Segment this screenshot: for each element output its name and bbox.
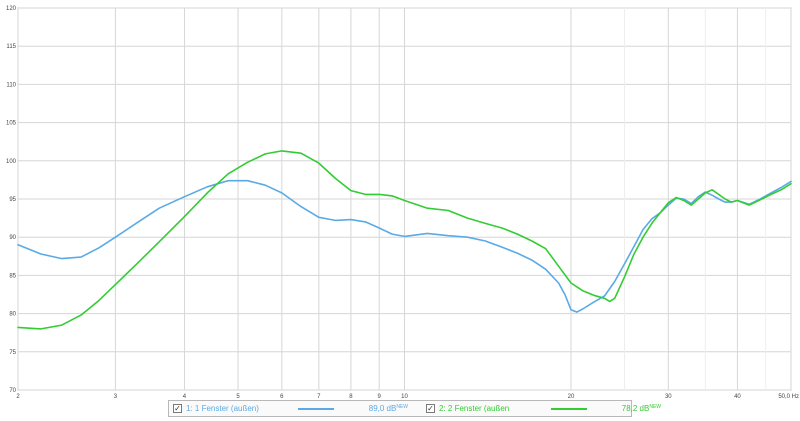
y-tick-label: 100 bbox=[6, 159, 17, 165]
legend-swatch-1 bbox=[298, 407, 334, 410]
legend-label-1: 1: 1 Fenster (außen) bbox=[186, 404, 259, 413]
y-tick-label: 120 bbox=[6, 6, 17, 12]
y-tick-label: 75 bbox=[9, 350, 16, 356]
legend-value-2: 78,2 dBNEW bbox=[621, 404, 661, 413]
legend-checkbox-1[interactable]: ✓ bbox=[173, 404, 182, 413]
frequency-response-chart[interactable]: 707580859095100105110115120 2 3 4 5 6 7 8 9 10 20… bbox=[0, 0, 800, 400]
legend: ✓ 1: 1 Fenster (außen) 89,0 dBNEW ✓ 2: 2… bbox=[168, 400, 661, 417]
y-tick-label: 110 bbox=[6, 82, 16, 88]
legend-entry-2: ✓ 2: 2 Fenster (außen 78,2 dBNEW bbox=[422, 401, 661, 416]
legend-checkbox-2[interactable]: ✓ bbox=[426, 404, 435, 413]
y-tick-label: 95 bbox=[9, 197, 16, 203]
x-tick-label: 50,0 Hz bbox=[778, 394, 799, 400]
y-tick-label: 115 bbox=[6, 44, 16, 50]
y-tick-label: 85 bbox=[9, 273, 16, 279]
legend-swatch-2 bbox=[551, 407, 587, 410]
legend-label-2: 2: 2 Fenster (außen bbox=[439, 404, 510, 413]
x-tick-label: 30 bbox=[665, 394, 672, 400]
y-axis-tick-labels: 707580859095100105110115120 bbox=[6, 6, 17, 394]
y-tick-label: 80 bbox=[9, 312, 16, 318]
x-tick-label: 3 bbox=[114, 394, 118, 400]
y-tick-label: 90 bbox=[9, 235, 16, 241]
legend-value-1: 89,0 dBNEW bbox=[368, 404, 408, 413]
legend-entry-1: ✓ 1: 1 Fenster (außen) 89,0 dBNEW bbox=[169, 401, 408, 416]
x-tick-label: 2 bbox=[16, 394, 20, 400]
x-tick-label: 40 bbox=[734, 394, 741, 400]
y-tick-label: 105 bbox=[6, 121, 17, 127]
